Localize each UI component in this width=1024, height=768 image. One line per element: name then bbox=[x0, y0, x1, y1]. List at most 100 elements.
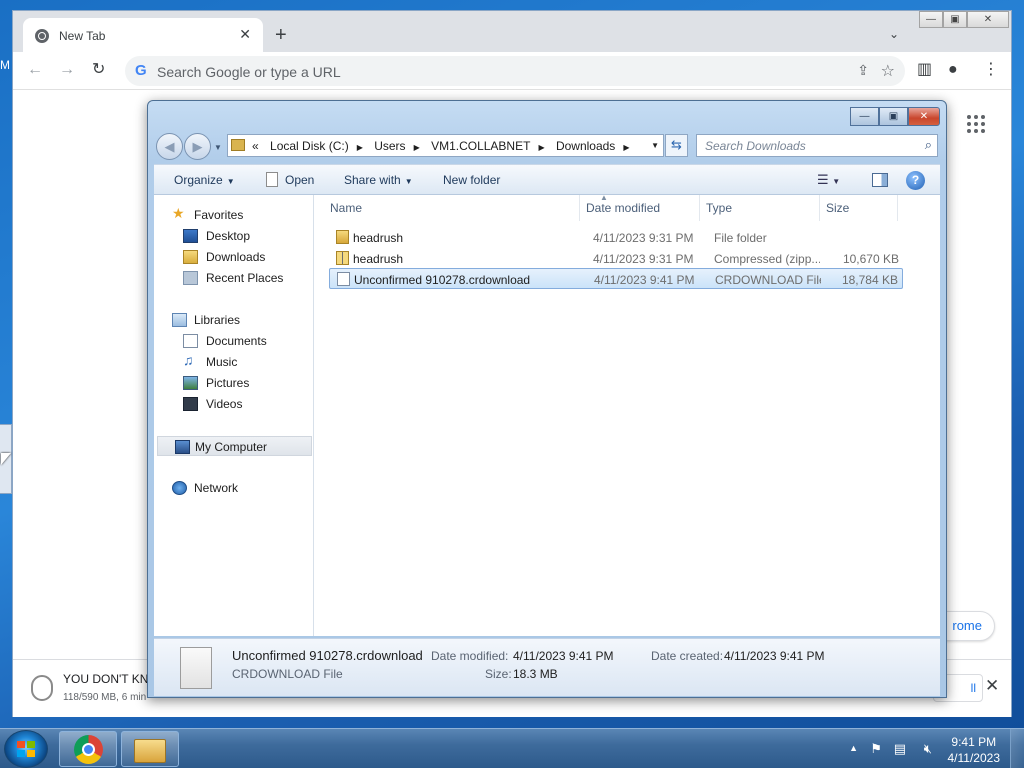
column-header-type[interactable]: Type bbox=[700, 195, 820, 221]
breadcrumb-user-profile[interactable]: VM1.COLLABNET bbox=[431, 139, 530, 153]
chrome-logo-icon bbox=[74, 735, 103, 764]
refresh-button[interactable]: ⇆ bbox=[665, 134, 688, 157]
pictures-icon bbox=[183, 376, 198, 390]
breadcrumb-local-disk[interactable]: Local Disk (C:) bbox=[270, 139, 349, 153]
tab-new-tab[interactable]: New Tab ✕ bbox=[23, 18, 263, 52]
explorer-restore-button[interactable]: ▣ bbox=[879, 107, 908, 126]
share-icon[interactable]: ⇪ bbox=[857, 62, 869, 79]
menu-kebab-icon[interactable]: ⋮ bbox=[983, 62, 999, 78]
breadcrumb-separator-icon[interactable]: ▶ bbox=[357, 143, 363, 152]
search-placeholder: Search Downloads bbox=[705, 139, 806, 153]
explorer-minimize-button[interactable]: — bbox=[850, 107, 879, 126]
network-icon bbox=[172, 481, 187, 495]
action-center-flag-icon[interactable]: ⚑ bbox=[870, 741, 882, 757]
file-row[interactable]: headrush 4/11/2023 9:31 PM Compressed (z… bbox=[329, 248, 903, 269]
libraries-icon bbox=[172, 313, 187, 327]
start-button[interactable] bbox=[4, 730, 48, 768]
nav-item-desktop[interactable]: Desktop bbox=[183, 226, 310, 246]
back-arrow-icon[interactable]: ← bbox=[27, 62, 43, 78]
explorer-window-controls: — ▣ ✕ bbox=[850, 107, 940, 126]
nav-label: Favorites bbox=[194, 208, 244, 222]
download-shelf-close-icon[interactable]: ✕ bbox=[985, 676, 999, 696]
nav-item-network[interactable]: Network bbox=[154, 478, 310, 498]
column-header-name[interactable]: Name bbox=[324, 195, 580, 221]
chrome-toolbar: ← → ↻ G Search Google or type a URL ⇪ ☆ … bbox=[13, 52, 1011, 90]
close-button[interactable]: ✕ bbox=[967, 11, 1009, 28]
nav-label: Videos bbox=[206, 397, 243, 411]
clock-date: 4/11/2023 bbox=[947, 751, 1001, 765]
details-date-modified: 4/11/2023 9:41 PM bbox=[513, 649, 614, 663]
file-date: 4/11/2023 9:41 PM bbox=[594, 273, 695, 287]
new-tab-button[interactable]: + bbox=[275, 25, 287, 45]
nav-item-documents[interactable]: Documents bbox=[183, 331, 310, 351]
address-bar[interactable]: « Local Disk (C:) ▶ Users ▶ VM1.COLLABNET ▶… bbox=[227, 134, 664, 157]
nav-item-libraries[interactable]: Libraries bbox=[154, 310, 310, 330]
address-dropdown-icon[interactable]: ▼ bbox=[651, 141, 659, 150]
folder-icon bbox=[336, 230, 349, 244]
help-icon[interactable]: ? bbox=[906, 171, 925, 190]
google-apps-grid-icon[interactable] bbox=[967, 115, 985, 133]
breadcrumb-separator-icon[interactable]: ▶ bbox=[414, 143, 420, 152]
nav-item-my-computer[interactable]: My Computer bbox=[157, 436, 312, 456]
search-icon[interactable]: ⌕ bbox=[925, 137, 932, 153]
videos-icon bbox=[183, 397, 198, 411]
new-folder-button[interactable]: New folder bbox=[443, 173, 500, 187]
organize-label: Organize bbox=[174, 173, 223, 187]
breadcrumb-downloads[interactable]: Downloads bbox=[556, 139, 615, 153]
show-hidden-icons-icon[interactable]: ▲ bbox=[849, 743, 858, 753]
nav-item-pictures[interactable]: Pictures bbox=[183, 373, 310, 393]
file-row[interactable]: headrush 4/11/2023 9:31 PM File folder bbox=[329, 227, 903, 248]
tab-close-icon[interactable]: ✕ bbox=[239, 26, 251, 43]
clock[interactable]: 9:41 PM 4/11/2023 bbox=[948, 734, 1001, 766]
breadcrumb: « Local Disk (C:) ▶ Users ▶ VM1.COLLABNET ▶… bbox=[252, 139, 637, 153]
search-input[interactable]: Search Downloads ⌕ bbox=[696, 134, 938, 157]
minimize-button[interactable]: — bbox=[919, 11, 943, 28]
restore-button[interactable]: ▣ bbox=[943, 11, 967, 28]
forward-arrow-icon[interactable]: → bbox=[59, 62, 75, 78]
taskbar-chrome-button[interactable] bbox=[59, 731, 117, 767]
nav-item-recent-places[interactable]: Recent Places bbox=[183, 268, 310, 288]
nav-item-videos[interactable]: Videos bbox=[183, 394, 310, 414]
explorer-close-button[interactable]: ✕ bbox=[908, 107, 940, 126]
forward-button[interactable]: ▶ bbox=[184, 133, 211, 160]
change-view-icon[interactable]: ☰ ▼ bbox=[817, 172, 840, 188]
windows-logo-icon bbox=[17, 741, 35, 757]
large-file-icon bbox=[180, 647, 212, 689]
tab-search-chevron-icon[interactable]: ⌄ bbox=[889, 27, 899, 41]
file-type: CRDOWNLOAD File bbox=[715, 273, 821, 287]
nav-label: Network bbox=[194, 481, 239, 495]
chrome-favicon-icon bbox=[35, 29, 49, 43]
bookmark-star-icon[interactable]: ☆ bbox=[881, 61, 895, 81]
omnibox[interactable]: G Search Google or type a URL ⇪ ☆ bbox=[125, 56, 905, 86]
organize-button[interactable]: Organize ▼ bbox=[174, 173, 235, 187]
breadcrumb-users[interactable]: Users bbox=[374, 139, 405, 153]
nav-item-favorites[interactable]: ★ Favorites bbox=[154, 205, 310, 225]
share-with-button[interactable]: Share with ▼ bbox=[344, 173, 413, 187]
taskbar-explorer-button[interactable] bbox=[121, 731, 179, 767]
recent-places-icon bbox=[183, 271, 198, 285]
preview-pane-icon[interactable] bbox=[872, 173, 888, 187]
breadcrumb-overflow[interactable]: « bbox=[252, 139, 259, 153]
show-desktop-button[interactable] bbox=[1010, 729, 1024, 768]
network-tray-icon[interactable]: ▤ bbox=[894, 741, 906, 757]
volume-muted-icon[interactable]: 🔇︎ bbox=[924, 741, 932, 757]
side-panel-icon[interactable]: ▥ bbox=[917, 62, 932, 78]
details-file-name: Unconfirmed 910278.crdownload bbox=[232, 648, 423, 663]
column-header-date[interactable]: Date modified bbox=[580, 195, 700, 221]
details-date-created-label: Date created: bbox=[651, 649, 724, 663]
reload-icon[interactable]: ↻ bbox=[92, 62, 105, 78]
breadcrumb-separator-icon[interactable]: ▶ bbox=[538, 143, 544, 152]
nav-item-downloads[interactable]: Downloads bbox=[183, 247, 310, 267]
profile-avatar-icon[interactable]: ● bbox=[948, 62, 958, 78]
details-date-modified-label: Date modified: bbox=[431, 649, 509, 663]
recent-pages-dropdown-icon[interactable]: ▼ bbox=[214, 143, 222, 152]
open-button[interactable]: Open bbox=[285, 173, 314, 187]
column-header-size[interactable]: Size bbox=[820, 195, 898, 221]
nav-label: Documents bbox=[206, 334, 267, 348]
file-name: headrush bbox=[353, 252, 404, 266]
download-item-name[interactable]: YOU DON'T KN bbox=[63, 672, 153, 686]
breadcrumb-separator-icon[interactable]: ▶ bbox=[623, 143, 629, 152]
back-button[interactable]: ◀ bbox=[156, 133, 183, 160]
file-row-selected[interactable]: Unconfirmed 910278.crdownload 4/11/2023 … bbox=[329, 268, 903, 289]
nav-item-music[interactable]: ♫ Music bbox=[183, 352, 310, 372]
